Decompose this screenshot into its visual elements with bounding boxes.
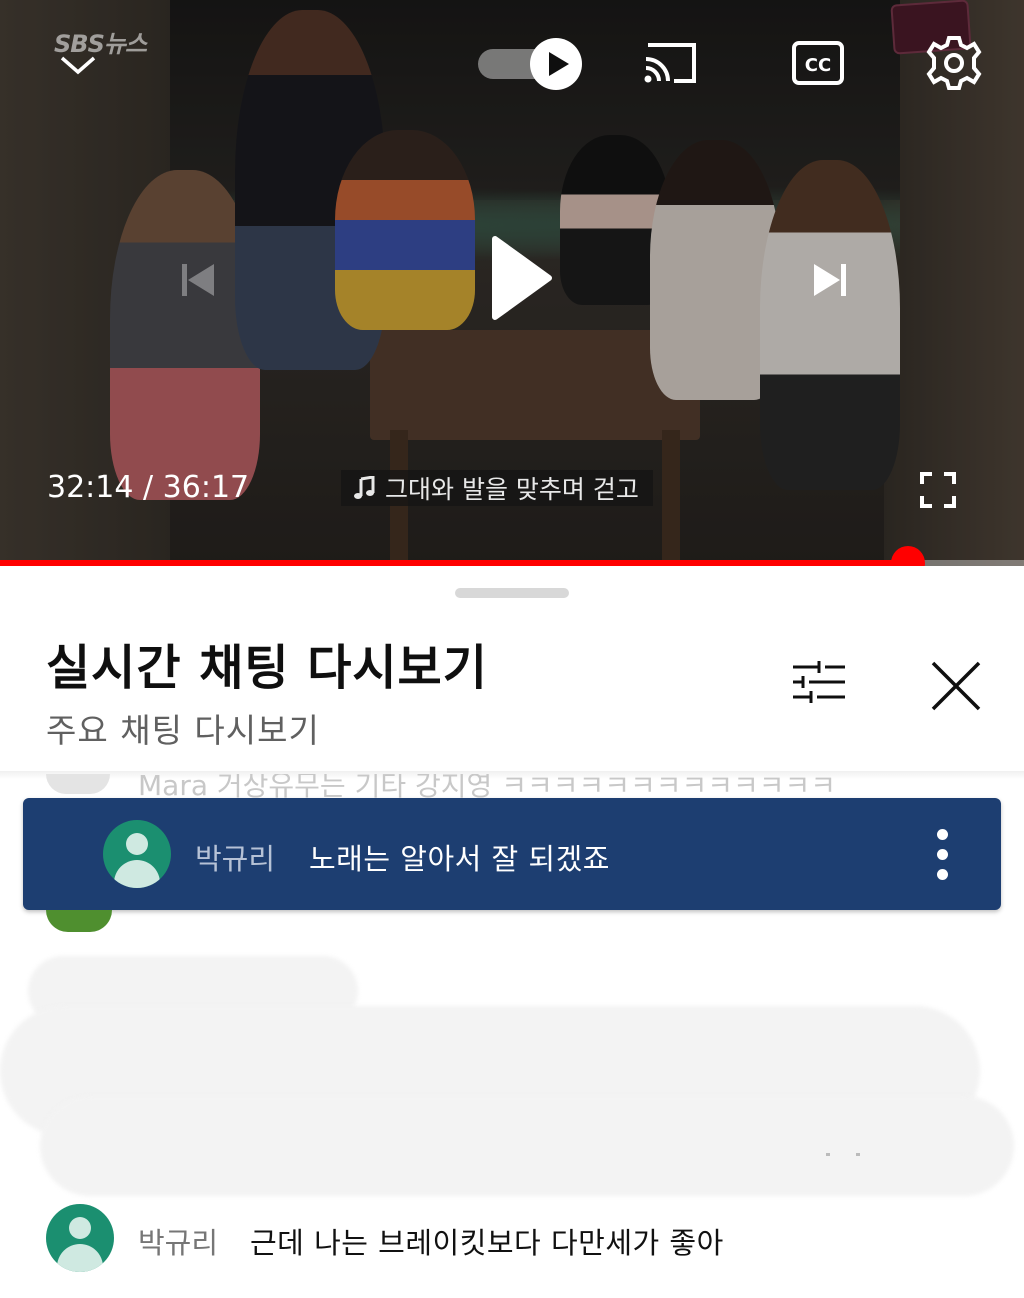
scrolled-chat-row: Mara 거상유무는 기타 강지영 ㅋㅋㅋㅋㅋㅋㅋㅋㅋㅋㅋㅋㅋ	[46, 774, 996, 798]
time-display: 32:14 / 36:17	[47, 470, 249, 505]
skip-previous-icon	[182, 264, 214, 296]
settings-button[interactable]	[922, 34, 986, 92]
close-icon	[931, 661, 981, 711]
chat-avatar-partial	[46, 910, 112, 932]
fullscreen-icon	[920, 472, 956, 508]
chat-text: 근데 나는 브레이킷보다 다만세가 좋아	[250, 1226, 724, 1260]
drag-handle[interactable]	[455, 588, 569, 598]
music-note-icon	[354, 476, 375, 499]
more-vertical-icon	[936, 828, 948, 840]
chat-message[interactable]: 박규리 근데 나는 브레이킷보다 다만세가 좋아	[46, 1204, 1006, 1272]
play-button[interactable]	[478, 232, 558, 324]
filter-button[interactable]	[786, 654, 852, 710]
pinned-text: 노래는 알아서 잘 되겠죠	[309, 842, 610, 876]
live-chat-replay-panel: 실시간 채팅 다시보기 주요 채팅 다시보기 Mara 거상유무는 기타 강지영…	[0, 566, 1024, 1298]
panel-subtitle[interactable]: 주요 채팅 다시보기	[46, 704, 320, 752]
pinned-author: 박규리	[195, 842, 276, 876]
time-separator: /	[133, 470, 163, 505]
play-icon	[492, 236, 552, 320]
captions-button[interactable]: CC	[786, 34, 850, 92]
more-options-button[interactable]	[925, 826, 959, 882]
skip-next-icon	[814, 264, 846, 296]
autoplay-toggle-icon	[549, 52, 569, 76]
current-time: 32:14	[47, 470, 134, 505]
collapse-player-button[interactable]	[58, 50, 98, 80]
chat-author: 박규리	[138, 1226, 219, 1260]
scrolled-chat-text: Mara 거상유무는 기타 강지영 ㅋㅋㅋㅋㅋㅋㅋㅋㅋㅋㅋㅋㅋ	[138, 774, 837, 798]
panel-title: 실시간 채팅 다시보기	[46, 640, 488, 696]
video-player[interactable]: SBS뉴스 CC 32:14 / 36:17 그대와 발을 맞추며 걷고	[0, 0, 1024, 566]
redacted-region	[40, 1096, 1014, 1196]
music-title: 그대와 발을 맞추며 걷고	[385, 475, 639, 504]
previous-button[interactable]	[168, 250, 228, 310]
fullscreen-button[interactable]	[918, 470, 958, 510]
next-button[interactable]	[800, 250, 860, 310]
music-chip[interactable]: 그대와 발을 맞추며 걷고	[341, 470, 653, 506]
svg-text:CC: CC	[805, 55, 831, 76]
cc-icon: CC	[792, 41, 844, 85]
artifact-dot	[856, 1153, 860, 1156]
pinned-chat-message[interactable]: 박규리 노래는 알아서 잘 되겠죠	[23, 798, 1001, 910]
artifact-dot	[826, 1153, 830, 1156]
close-panel-button[interactable]	[924, 654, 988, 718]
sliders-icon	[793, 661, 845, 703]
default-avatar-icon	[103, 820, 171, 888]
chevron-down-icon	[60, 56, 96, 75]
gear-icon	[926, 36, 982, 90]
cast-button[interactable]	[638, 34, 702, 92]
autoplay-toggle[interactable]	[478, 38, 582, 90]
default-avatar-icon	[46, 1204, 114, 1272]
total-time: 36:17	[162, 470, 250, 505]
cast-icon	[644, 43, 696, 83]
